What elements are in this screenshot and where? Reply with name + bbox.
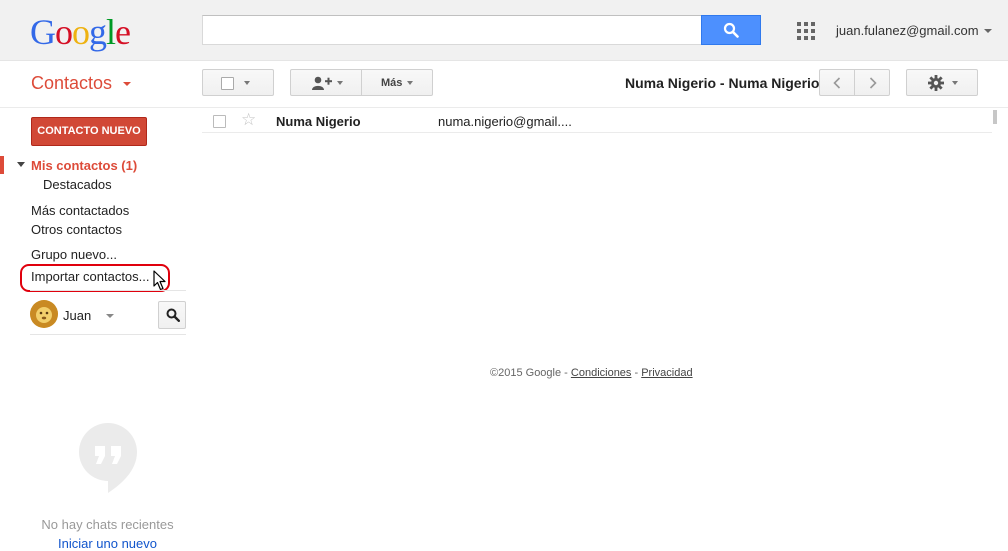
logo-letter: G bbox=[30, 12, 56, 52]
logo-letter: l bbox=[106, 12, 116, 52]
add-to-group-button[interactable] bbox=[290, 69, 362, 96]
page-title: Numa Nigerio - Numa Nigerio bbox=[625, 75, 820, 91]
chevron-down-icon bbox=[407, 81, 413, 85]
search-input[interactable] bbox=[202, 15, 702, 45]
people-search-button[interactable] bbox=[158, 301, 186, 329]
footer-separator: - bbox=[561, 367, 571, 379]
chevron-right-icon bbox=[869, 77, 877, 89]
new-contact-button[interactable]: CONTACTO NUEVO bbox=[31, 117, 147, 146]
account-email[interactable]: juan.fulanez@gmail.com bbox=[836, 23, 979, 38]
chevron-down-icon bbox=[337, 81, 343, 85]
next-button[interactable] bbox=[854, 69, 890, 96]
chat-divider bbox=[30, 290, 186, 291]
previous-button[interactable] bbox=[819, 69, 855, 96]
chevron-down-icon[interactable] bbox=[106, 314, 114, 318]
more-label: Más bbox=[381, 77, 403, 89]
hangouts-quote-icon bbox=[79, 423, 137, 493]
footer-separator: - bbox=[631, 367, 642, 379]
search-icon bbox=[166, 308, 180, 322]
search-button[interactable] bbox=[701, 15, 761, 45]
star-icon[interactable]: ☆ bbox=[241, 110, 256, 130]
add-person-icon bbox=[312, 76, 332, 90]
active-item-marker bbox=[0, 156, 4, 174]
chat-divider bbox=[30, 334, 186, 335]
footer-copyright: ©2015 Google bbox=[490, 367, 562, 379]
no-recent-chats-text: No hay chats recientes bbox=[41, 517, 174, 532]
more-actions-button[interactable]: Más bbox=[361, 69, 433, 96]
sidebar-item-import-contacts[interactable]: Importar contactos... bbox=[31, 269, 150, 284]
scrollbar[interactable] bbox=[993, 110, 997, 124]
sidebar-item-new-group[interactable]: Grupo nuevo... bbox=[31, 247, 117, 262]
logo-letter: o bbox=[55, 12, 73, 52]
expand-triangle-icon[interactable] bbox=[17, 162, 25, 167]
start-new-chat-link[interactable]: Iniciar uno nuevo bbox=[0, 536, 215, 551]
sidebar-item-starred[interactable]: Destacados bbox=[43, 177, 112, 192]
lion-avatar-icon bbox=[30, 300, 58, 328]
terms-link[interactable]: Condiciones bbox=[571, 367, 632, 379]
logo-letter: g bbox=[89, 12, 107, 52]
contact-email[interactable]: numa.nigerio@gmail.... bbox=[438, 114, 572, 129]
select-dropdown-button[interactable] bbox=[202, 69, 274, 96]
chevron-left-icon bbox=[833, 77, 841, 89]
toolbar-divider bbox=[0, 107, 1008, 108]
chevron-down-icon bbox=[244, 81, 250, 85]
chevron-down-icon bbox=[952, 81, 958, 85]
chevron-down-icon[interactable] bbox=[123, 82, 131, 86]
privacy-link[interactable]: Privacidad bbox=[641, 367, 692, 379]
google-logo[interactable]: Google bbox=[30, 11, 131, 53]
row-checkbox[interactable] bbox=[213, 115, 226, 128]
footer: ©2015 Google - Condiciones - Privacidad bbox=[490, 367, 693, 379]
chat-user-name[interactable]: Juan bbox=[63, 308, 91, 323]
logo-letter: o bbox=[72, 12, 90, 52]
mouse-pointer-icon bbox=[153, 270, 166, 291]
settings-button[interactable] bbox=[906, 69, 978, 96]
gear-icon bbox=[928, 75, 944, 91]
sidebar-item-most-contacted[interactable]: Más contactados bbox=[31, 203, 129, 218]
table-row[interactable]: ☆ Numa Nigerio numa.nigerio@gmail.... bbox=[202, 110, 992, 133]
chevron-down-icon[interactable] bbox=[984, 29, 992, 33]
sidebar-item-my-contacts[interactable]: Mis contactos (1) bbox=[31, 158, 137, 173]
logo-letter: e bbox=[115, 12, 131, 52]
avatar[interactable] bbox=[30, 300, 58, 328]
search-icon bbox=[723, 22, 739, 38]
contact-name[interactable]: Numa Nigerio bbox=[276, 114, 361, 129]
app-switcher-title[interactable]: Contactos bbox=[31, 73, 112, 94]
top-bar: Google juan.fulanez@gmail.com bbox=[0, 0, 1008, 61]
apps-grid-icon[interactable] bbox=[797, 22, 815, 40]
sidebar-item-other-contacts[interactable]: Otros contactos bbox=[31, 222, 122, 237]
select-all-checkbox[interactable] bbox=[221, 77, 234, 90]
